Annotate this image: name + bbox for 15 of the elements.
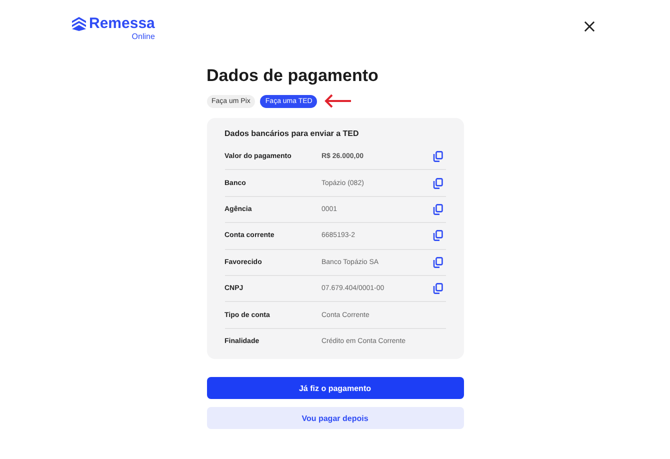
card-heading: Dados bancários para enviar a TED xyxy=(224,128,360,140)
logo-icon xyxy=(72,17,86,31)
copy-icon[interactable] xyxy=(432,151,442,162)
page-title: Dados de pagamento xyxy=(206,65,380,87)
logo-subtitle: Online xyxy=(132,32,155,41)
copy-icon[interactable] xyxy=(432,204,442,215)
logo-name: Remessa xyxy=(89,16,155,32)
copy-icon[interactable] xyxy=(432,256,442,268)
arrow-icon xyxy=(324,94,352,108)
copy-icon[interactable] xyxy=(432,178,442,189)
copy-icon[interactable] xyxy=(432,283,442,294)
copy-icon[interactable] xyxy=(432,230,442,242)
later-button[interactable]: Vou pagar depois xyxy=(206,407,464,430)
close-icon[interactable] xyxy=(584,21,595,32)
confirm-button[interactable]: Já fiz o pagamento xyxy=(206,377,464,400)
